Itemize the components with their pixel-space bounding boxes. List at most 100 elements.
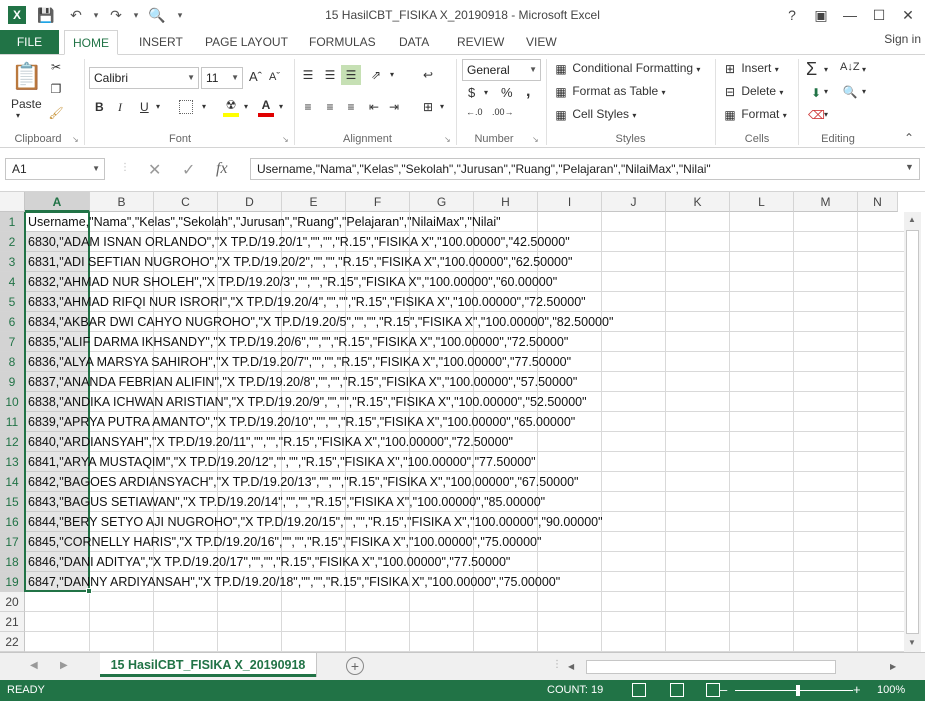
cancel-entry-icon[interactable]: ✕ [148,160,161,180]
tab-view[interactable]: VIEW [518,30,565,54]
help-icon[interactable]: ? [780,5,804,25]
underline-button[interactable]: U [140,100,149,114]
format-as-table-button[interactable]: ▦ Format as Table ▾ [553,84,665,100]
cell-a8[interactable]: 6836,"ALYA MARSYA SAHIROH","X TP.D/19.20… [28,352,571,372]
vertical-scrollbar[interactable]: ▲ ▼ [904,212,921,652]
row-header-10[interactable]: 10 [0,392,25,412]
name-box[interactable]: A1 ▼ [5,158,105,180]
cell-a13[interactable]: 6841,"ARYA MUSTAQIM","X TP.D/19.20/12","… [28,452,536,472]
number-launcher-icon[interactable]: ↘ [532,135,539,144]
align-left-icon[interactable]: ≡ [300,99,316,115]
row-header-4[interactable]: 4 [0,272,25,292]
align-center-icon[interactable]: ≡ [322,99,338,115]
cell-a11[interactable]: 6839,"APRYA PUTRA AMANTO","X TP.D/19.20/… [28,412,575,432]
comma-button[interactable]: , [526,83,530,101]
sheet-tab-active[interactable]: 15 HasilCBT_FISIKA X_20190918 [100,653,316,677]
font-size-select[interactable]: 11 ▼ [201,67,243,89]
row-header-11[interactable]: 11 [0,412,25,432]
font-color-icon[interactable]: A [258,97,274,117]
cell-a12[interactable]: 6840,"ARDIANSYAH","X TP.D/19.20/11","","… [28,432,513,452]
currency-dropdown-icon[interactable]: ▾ [484,88,488,97]
currency-button[interactable]: $ [468,85,475,100]
autosum-icon[interactable]: Σ [806,59,817,80]
row-header-5[interactable]: 5 [0,292,25,312]
tab-home[interactable]: HOME [64,30,118,55]
restore-ribbon-icon[interactable]: ▣ [809,5,833,25]
column-header-f[interactable]: F [346,192,410,212]
bold-button[interactable]: B [95,100,104,114]
print-preview-icon[interactable]: 🔍 [147,5,167,25]
align-right-icon[interactable]: ≡ [343,99,359,115]
next-sheet-icon[interactable]: ▶ [60,660,68,671]
horizontal-scroll-thumb[interactable] [586,660,836,674]
zoom-slider-thumb[interactable] [796,685,800,696]
clear-dropdown-icon[interactable]: ▾ [824,110,828,119]
zoom-out-icon[interactable]: – [720,682,727,697]
delete-cells-button[interactable]: ⊟ Delete ▾ [722,84,783,100]
borders-dropdown-icon[interactable]: ▾ [202,102,206,111]
cell-a16[interactable]: 6844,"BERY SETYO AJI NUGROHO","X TP.D/19… [28,512,603,532]
row-header-9[interactable]: 9 [0,372,25,392]
clear-icon[interactable]: ⌫ [808,107,825,123]
borders-icon[interactable] [179,99,193,114]
tab-insert[interactable]: INSERT [131,30,191,54]
worksheet-grid[interactable]: A B C D E F G H I J K L M N 1 2 3 4 5 6 7 8 9 10 11 12 13 14 15 16 17 1… [0,192,925,652]
customize-qat-icon[interactable]: ▾ [170,5,190,25]
wrap-text-icon[interactable]: ↩ [420,67,436,83]
column-header-h[interactable]: H [474,192,538,212]
column-header-m[interactable]: M [794,192,858,212]
alignment-launcher-icon[interactable]: ↘ [444,135,451,144]
cell-a2[interactable]: 6830,"ADAM ISNAN ORLANDO","X TP.D/19.20/… [28,232,570,252]
underline-dropdown-icon[interactable]: ▾ [156,102,160,111]
paste-button[interactable]: Paste [11,97,42,111]
column-header-a[interactable]: A [25,192,90,212]
column-header-n[interactable]: N [858,192,898,212]
scroll-left-icon[interactable]: ◀ [568,662,574,671]
cell-a7[interactable]: 6835,"ALIF DARMA IKHSANDY","X TP.D/19.20… [28,332,568,352]
shrink-font-icon[interactable]: Aˇ [269,71,280,83]
increase-decimal-icon[interactable]: ←.0 [466,107,483,117]
page-layout-view-icon[interactable] [670,683,684,697]
grow-font-icon[interactable]: Aˆ [249,69,262,84]
row-header-19[interactable]: 19 [0,572,25,592]
cell-a6[interactable]: 6834,"AKBAR DWI CAHYO NUGROHO","X TP.D/1… [28,312,613,332]
cell-a17[interactable]: 6845,"CORNELLY HARIS","X TP.D/19.20/16",… [28,532,541,552]
zoom-in-icon[interactable]: + [853,682,861,697]
merge-center-icon[interactable]: ⊞ [420,99,436,115]
row-header-2[interactable]: 2 [0,232,25,252]
column-header-e[interactable]: E [282,192,346,212]
insert-function-button[interactable]: fx [216,160,228,178]
expand-formula-bar-icon[interactable]: ▼ [905,162,914,172]
row-header-3[interactable]: 3 [0,252,25,272]
column-header-k[interactable]: K [666,192,730,212]
column-header-d[interactable]: D [218,192,282,212]
find-select-icon[interactable]: 🔍 [842,84,858,100]
tab-formulas[interactable]: FORMULAS [301,30,384,54]
cell-a9[interactable]: 6837,"ANANDA FEBRIAN ALIFIN","X TP.D/19.… [28,372,577,392]
row-header-14[interactable]: 14 [0,472,25,492]
column-header-b[interactable]: B [90,192,154,212]
orientation-dropdown-icon[interactable]: ▾ [390,70,394,79]
copy-icon[interactable]: ❐ [48,81,64,97]
row-header-22[interactable]: 22 [0,632,25,652]
increase-indent-icon[interactable]: ⇥ [386,99,402,115]
orientation-icon[interactable]: ⇗ [368,67,384,83]
cell-a5[interactable]: 6833,"AHMAD RIFQI NUR ISRORI","X TP.D/19… [28,292,586,312]
column-header-g[interactable]: G [410,192,474,212]
minimize-icon[interactable]: — [838,5,862,25]
row-header-18[interactable]: 18 [0,552,25,572]
fill-color-icon[interactable]: ☢ [223,97,239,117]
close-icon[interactable]: ✕ [896,5,920,25]
insert-cells-button[interactable]: ⊞ Insert ▾ [722,61,779,77]
row-header-6[interactable]: 6 [0,312,25,332]
tab-review[interactable]: REVIEW [449,30,512,54]
row-header-13[interactable]: 13 [0,452,25,472]
row-header-15[interactable]: 15 [0,492,25,512]
normal-view-icon[interactable] [632,683,646,697]
cell-a1[interactable]: Username,"Nama","Kelas","Sekolah","Jurus… [28,212,501,232]
font-name-select[interactable]: Calibri ▼ [89,67,199,89]
cell-a15[interactable]: 6843,"BAGUS SETIAWAN","X TP.D/19.20/14",… [28,492,545,512]
bottom-align-icon[interactable]: ☰ [341,65,361,85]
percent-button[interactable]: % [501,85,513,100]
merge-dropdown-icon[interactable]: ▾ [440,102,444,111]
